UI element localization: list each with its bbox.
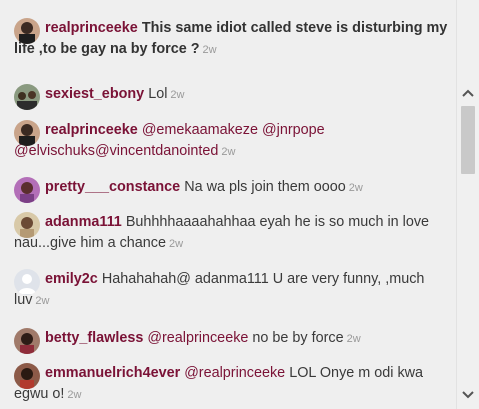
timestamp: 2w [67,389,82,401]
username-link[interactable]: sexiest_ebony [45,86,144,102]
mention-link[interactable]: @elvischuks@vincentdanointed [14,143,218,159]
username-link[interactable]: pretty___constance [45,179,180,195]
comment-item: betty_flawless @realprinceeke no be by f… [14,328,454,354]
scroll-up-button[interactable] [457,83,479,103]
mention-link[interactable]: @emekaamakeze [142,122,258,138]
mention-link[interactable]: @jnrpope [262,122,325,138]
username-link[interactable]: adanma111 [45,214,122,230]
timestamp: 2w [169,238,184,250]
mention-link[interactable]: @realprinceeke [147,330,248,346]
timestamp: 2w [348,182,363,194]
comment-item: emmanuelrich4ever @realprinceeke LOL Ony… [14,363,454,406]
comment-item: realprinceeke This same idiot called ste… [14,18,454,61]
avatar[interactable] [14,120,40,146]
avatar[interactable] [14,212,40,238]
mention-link[interactable]: @realprinceeke [184,365,285,381]
timestamp: 2w [221,146,236,158]
timestamp: 2w [35,295,50,307]
timestamp: 2w [170,89,185,101]
comment-text: no be by force [252,330,344,346]
comment-text: Lol [148,86,168,102]
scrollbar[interactable] [456,0,479,409]
timestamp: 2w [346,333,361,345]
avatar[interactable] [14,177,40,203]
comment-item: sexiest_ebony Lol 2w [14,84,454,110]
comment-item: adanma111 Buhhhhaaaahahhaa eyah he is so… [14,212,454,255]
comment-item: realprinceeke @emekaamakeze @jnrpope @el… [14,120,454,163]
username-link[interactable]: emily2c [45,271,98,287]
username-link[interactable]: realprinceeke [45,20,138,36]
avatar[interactable] [14,363,40,389]
comment-feed: realprinceeke This same idiot called ste… [0,0,456,409]
comment-item: pretty___constance Na wa pls join them o… [14,177,454,203]
comment-text: Na wa pls join them oooo [184,179,346,195]
avatar[interactable] [14,328,40,354]
chevron-down-icon [462,391,474,399]
avatar[interactable] [14,18,40,44]
scrollbar-thumb[interactable] [461,106,475,174]
avatar[interactable] [14,269,40,295]
avatar[interactable] [14,84,40,110]
scroll-down-button[interactable] [457,385,479,405]
username-link[interactable]: betty_flawless [45,330,143,346]
username-link[interactable]: realprinceeke [45,122,138,138]
chevron-up-icon [462,89,474,97]
timestamp: 2w [202,44,217,56]
comment-item: emily2c Hahahahah@ adanma111 U are very … [14,269,454,312]
username-link[interactable]: emmanuelrich4ever [45,365,180,381]
